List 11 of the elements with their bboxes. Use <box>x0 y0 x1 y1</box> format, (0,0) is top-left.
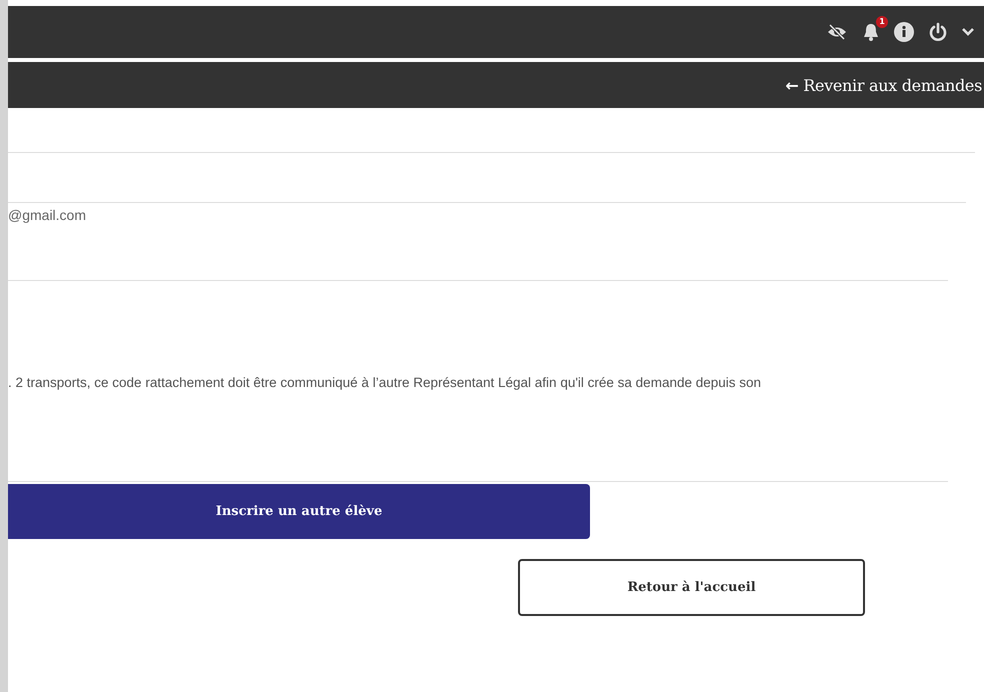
bell-icon[interactable] <box>862 22 880 42</box>
power-icon[interactable] <box>928 22 948 42</box>
chevron-down-icon[interactable] <box>962 27 974 37</box>
info-text: . 2 transports, ce code rattachement doit être communiqué à l’autre Représentant Légal afin qu'il crée sa demande depuis son <box>8 375 762 390</box>
email-text: @gmail.com <box>8 207 86 223</box>
notification-badge: 1 <box>876 16 888 28</box>
back-link[interactable]: ← Revenir aux demandes <box>785 76 982 94</box>
register-button[interactable]: Inscrire un autre élève <box>8 484 590 539</box>
home-button[interactable]: Retour à l'accueil <box>518 559 865 616</box>
eye-slash-icon[interactable] <box>826 23 848 41</box>
info-icon[interactable] <box>894 22 914 42</box>
